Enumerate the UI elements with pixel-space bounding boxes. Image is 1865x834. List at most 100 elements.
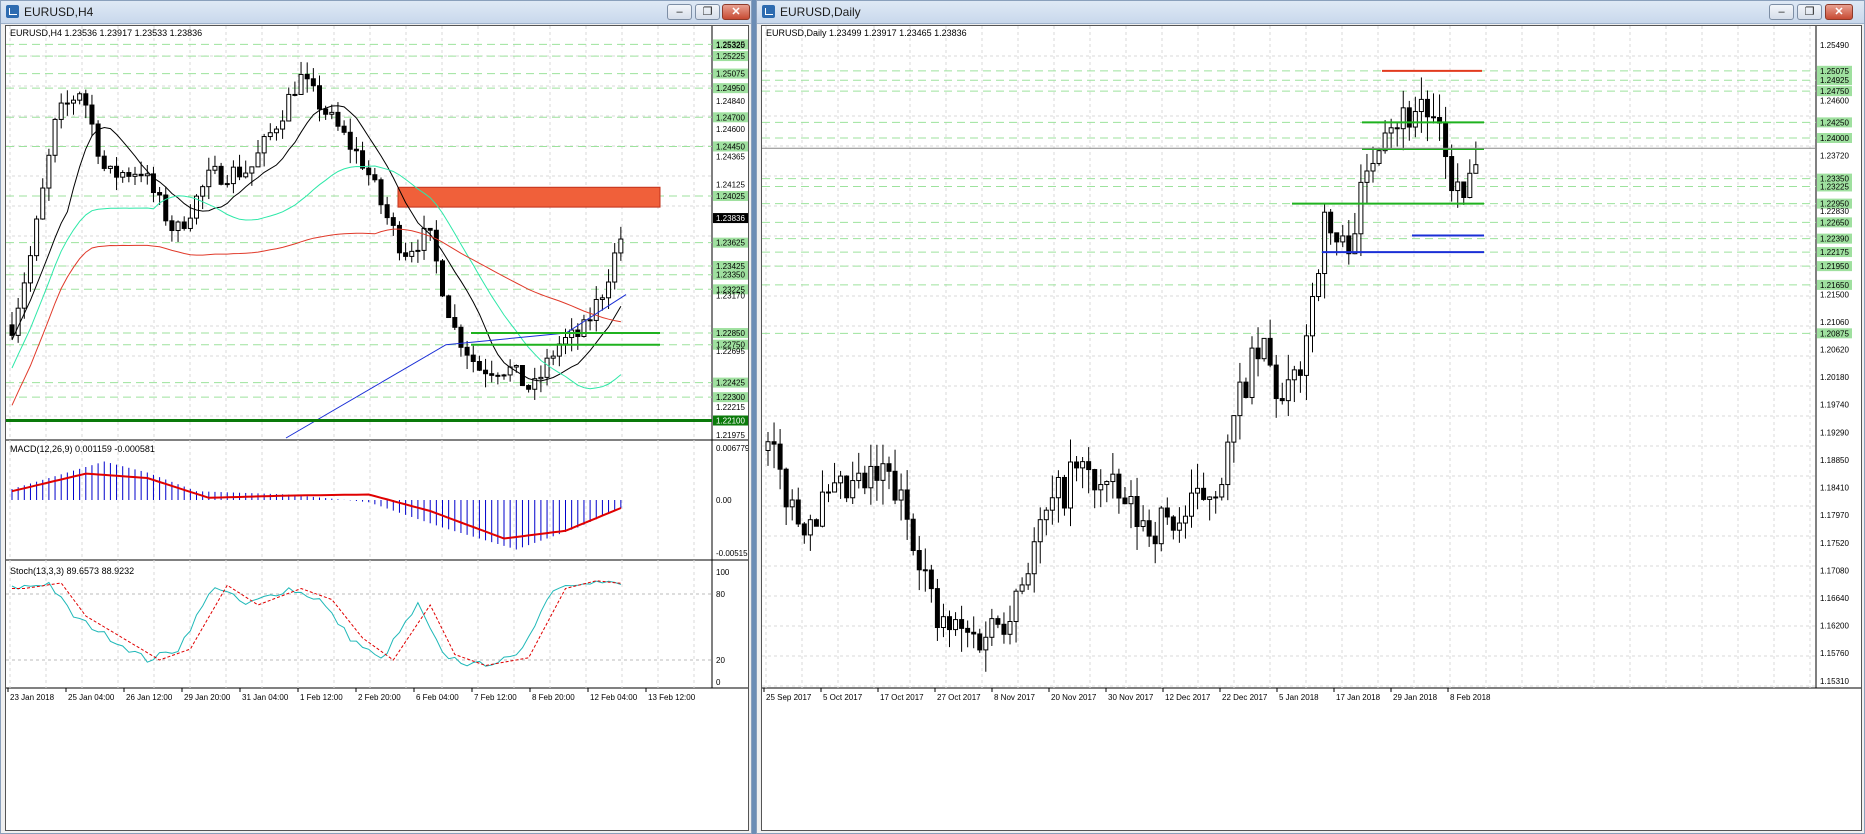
bear-candle xyxy=(1152,535,1158,545)
time-axis-label: 20 Nov 2017 xyxy=(1051,693,1097,702)
bear-candle xyxy=(9,324,15,336)
bull-candle xyxy=(880,463,886,481)
bear-candle xyxy=(862,472,868,489)
time-axis-label: 25 Sep 2017 xyxy=(766,693,812,702)
title-bar[interactable]: EURUSD,H4 – ❐ ✕ xyxy=(1,1,751,24)
bull-candle xyxy=(243,172,249,178)
bear-candle xyxy=(427,227,433,231)
time-axis-label: 7 Feb 12:00 xyxy=(474,693,517,702)
daily-chart-window[interactable]: EURUSD,Daily – ❐ ✕ EURUSD,Daily 1.23499 … xyxy=(756,0,1865,834)
bull-candle xyxy=(1473,164,1479,174)
bull-candle xyxy=(52,118,58,156)
price-axis-label: 1.24600 xyxy=(1820,97,1849,106)
bull-candle xyxy=(212,165,218,171)
bear-candle xyxy=(1255,347,1261,360)
bull-candle xyxy=(599,297,605,300)
bear-candle xyxy=(1170,516,1176,531)
bear-candle xyxy=(317,85,322,110)
price-axis-label: 1.21500 xyxy=(1820,290,1849,299)
bull-candle xyxy=(1007,621,1013,635)
time-axis-label: 12 Feb 04:00 xyxy=(590,693,638,702)
bear-candle xyxy=(1164,507,1170,518)
bull-candle xyxy=(1285,379,1291,402)
bear-candle xyxy=(304,73,310,80)
bear-candle xyxy=(353,148,359,152)
bull-candle xyxy=(563,337,568,345)
price-axis-label: 1.23425 xyxy=(716,262,745,271)
bull-candle xyxy=(230,166,236,185)
bull-candle xyxy=(538,376,544,380)
bear-candle xyxy=(452,317,458,328)
bear-candle xyxy=(844,475,850,499)
bear-candle xyxy=(446,295,452,319)
minimize-button[interactable]: – xyxy=(1769,4,1794,20)
bull-candle xyxy=(1043,509,1049,521)
price-axis-label: 1.24000 xyxy=(1820,134,1849,143)
bull-candle xyxy=(187,217,193,229)
bull-candle xyxy=(1376,150,1382,164)
bull-candle xyxy=(1080,461,1086,469)
h4-chart-window[interactable]: EURUSD,H4 – ❐ ✕ EURUSD,H4 1.23536 1.2391… xyxy=(0,0,752,834)
bear-candle xyxy=(916,550,922,571)
close-button[interactable]: ✕ xyxy=(722,4,750,20)
price-axis-label: 1.22650 xyxy=(1820,218,1849,227)
macd-scale-label: -0.005159 xyxy=(716,549,748,558)
price-axis-label: 1.17080 xyxy=(1820,567,1849,576)
minimize-icon: – xyxy=(676,6,683,18)
price-axis-label: 1.25490 xyxy=(1820,41,1849,50)
bear-candle xyxy=(366,167,372,176)
restore-icon: ❐ xyxy=(702,6,713,18)
bear-candle xyxy=(777,443,783,470)
time-axis-label: 30 Nov 2017 xyxy=(1108,693,1154,702)
bull-candle xyxy=(255,152,261,168)
bull-candle xyxy=(1455,181,1461,192)
price-axis-label: 1.22695 xyxy=(716,347,745,356)
daily-chart-canvas[interactable]: EURUSD,Daily 1.23499 1.23917 1.23465 1.2… xyxy=(762,26,1861,830)
bear-candle xyxy=(157,192,163,196)
bear-candle xyxy=(587,319,593,322)
price-axis-label: 1.24250 xyxy=(1820,118,1849,127)
bear-candle xyxy=(928,569,934,590)
bear-candle xyxy=(1001,623,1007,635)
bear-candle xyxy=(971,631,977,635)
bear-candle xyxy=(372,174,378,181)
title-bar[interactable]: EURUSD,Daily – ❐ ✕ xyxy=(757,1,1864,24)
chart-area[interactable]: EURUSD,Daily 1.23499 1.23917 1.23465 1.2… xyxy=(761,25,1862,831)
bear-candle xyxy=(1431,116,1436,119)
minimize-icon: – xyxy=(1778,6,1785,18)
bull-candle xyxy=(21,282,27,309)
h4-chart-canvas[interactable]: EURUSD,H4 1.23536 1.23917 1.23533 1.2383… xyxy=(6,26,748,830)
bull-candle xyxy=(826,491,831,494)
price-axis-label: 1.24950 xyxy=(716,84,745,93)
bear-candle xyxy=(335,111,341,127)
bear-candle xyxy=(892,470,898,501)
ma-fast-line xyxy=(11,105,622,382)
price-axis-label: 1.22830 xyxy=(1820,207,1849,216)
bear-candle xyxy=(1134,496,1140,528)
price-axis-label: 1.23170 xyxy=(716,292,745,301)
bull-candle xyxy=(421,227,427,251)
bear-candle xyxy=(1116,473,1122,499)
minimize-button[interactable]: – xyxy=(667,4,692,20)
price-axis-label: 1.24025 xyxy=(716,192,745,201)
time-axis-label: 17 Oct 2017 xyxy=(880,693,924,702)
bull-candle xyxy=(1249,347,1255,398)
price-axis-label: 1.15760 xyxy=(1820,649,1849,658)
bull-candle xyxy=(1467,172,1473,198)
price-axis-label: 1.21975 xyxy=(716,431,745,440)
time-axis-label: 2 Feb 20:00 xyxy=(358,693,401,702)
bear-candle xyxy=(341,125,347,133)
bull-candle xyxy=(280,120,286,130)
price-axis-label: 1.17520 xyxy=(1820,539,1849,548)
restore-button[interactable]: ❐ xyxy=(1797,4,1822,20)
chart-area[interactable]: EURUSD,H4 1.23536 1.23917 1.23533 1.2383… xyxy=(5,25,749,831)
bull-candle xyxy=(618,238,624,254)
bull-candle xyxy=(1189,492,1194,517)
bull-candle xyxy=(107,165,113,169)
restore-button[interactable]: ❐ xyxy=(695,4,720,20)
bear-candle xyxy=(114,165,120,178)
close-button[interactable]: ✕ xyxy=(1825,4,1853,20)
bear-candle xyxy=(959,619,965,629)
bear-candle xyxy=(138,173,144,177)
bear-candle xyxy=(801,523,807,536)
